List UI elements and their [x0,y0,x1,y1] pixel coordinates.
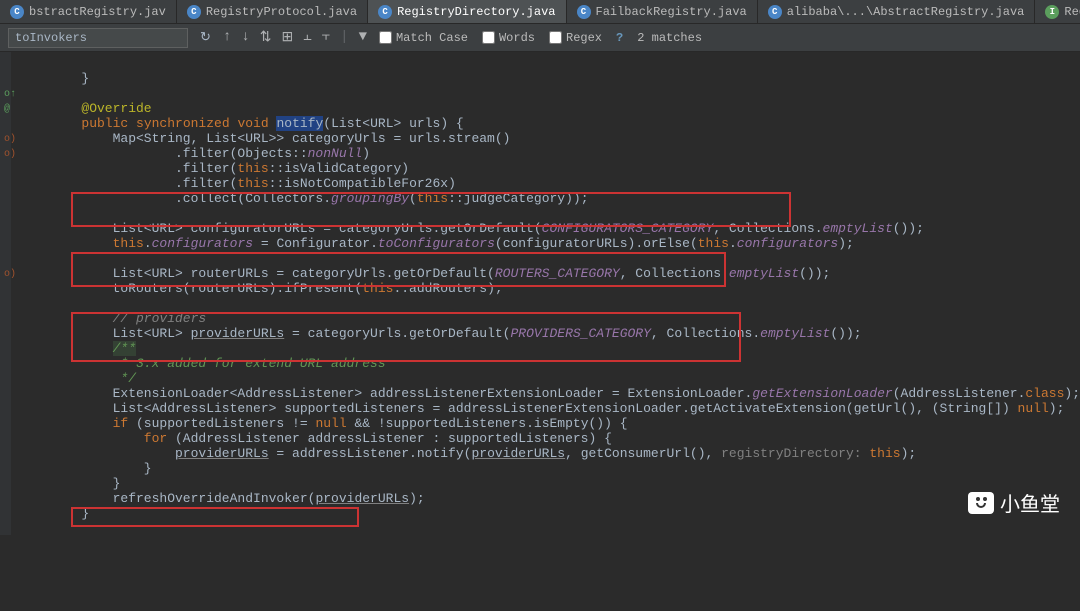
tab-0[interactable]: CbstractRegistry.jav [0,0,177,23]
words-checkbox[interactable]: Words [482,31,535,45]
help-icon[interactable]: ? [616,31,623,45]
wechat-icon [968,492,994,514]
history-icon[interactable]: ↻ [200,30,211,45]
java-class-icon: C [378,5,392,19]
match-count: 2 matches [637,31,702,45]
pin-icon[interactable]: ⫠ [303,29,311,46]
toolbar-icons: ↑ ↓ ⇅ ⊞ ⫠ ⫟ | ▼ [223,29,367,46]
gutter[interactable]: о↑ @ о) о) о) [0,52,11,535]
tab-5[interactable]: IRegistryService.java [1035,0,1080,23]
java-interface-icon: I [1045,5,1059,19]
filter-icon[interactable]: ▼ [359,29,367,46]
add-selection-icon[interactable]: ⊞ [281,29,293,46]
java-class-icon: C [187,5,201,19]
tab-3[interactable]: CFailbackRegistry.java [567,0,758,23]
tab-1[interactable]: CRegistryProtocol.java [177,0,368,23]
java-class-icon: C [10,5,24,19]
editor-tabs: CbstractRegistry.jav CRegistryProtocol.j… [0,0,1080,24]
match-case-checkbox[interactable]: Match Case [379,31,468,45]
tab-2[interactable]: CRegistryDirectory.java [368,0,566,23]
find-toolbar: ↻ ↑ ↓ ⇅ ⊞ ⫠ ⫟ | ▼ Match Case Words Regex… [0,24,1080,52]
separator-icon: ⫟ [322,29,330,46]
tab-4[interactable]: Calibaba\...\AbstractRegistry.java [758,0,1036,23]
highlight-box-4 [71,507,359,527]
next-match-icon[interactable]: ↓ [241,29,249,46]
prev-match-icon[interactable]: ↑ [223,29,231,46]
select-all-icon[interactable]: ⇅ [260,29,272,46]
java-class-icon: C [768,5,782,19]
separator: | [340,29,348,46]
watermark: 小鱼堂 [968,488,1060,517]
regex-checkbox[interactable]: Regex [549,31,602,45]
search-input[interactable] [8,28,188,48]
editor-area: о↑ @ о) о) о) } @Override public synchro… [0,52,1080,535]
search-options: Match Case Words Regex ? 2 matches [379,31,702,45]
code-area[interactable]: } @Override public synchronized void not… [11,52,1080,535]
java-class-icon: C [577,5,591,19]
